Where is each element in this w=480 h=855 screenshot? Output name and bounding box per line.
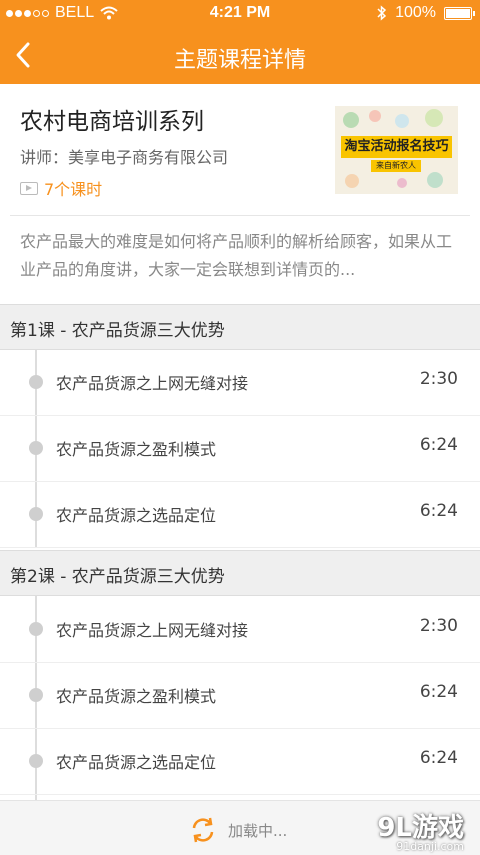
lesson-row[interactable]: 农产品货源之上网无缝对接 2:30 <box>0 596 480 663</box>
lesson-name: 农产品货源之盈利模式 <box>56 687 217 706</box>
thumbnail-title: 淘宝活动报名技巧 <box>341 136 452 158</box>
lesson-row[interactable]: 农产品货源之上网无缝对接 2:30 <box>0 349 480 416</box>
course-title: 农村电商培训系列 <box>20 109 204 135</box>
battery-icon <box>444 6 475 20</box>
section-header: 第1课 - 农产品货源三大优势 <box>0 304 480 350</box>
timeline-dot <box>29 375 43 389</box>
lesson-name: 农产品货源之上网无缝对接 <box>56 621 249 640</box>
lesson-row[interactable]: 农产品货源之盈利模式 6:24 <box>0 662 480 729</box>
lesson-duration: 2:30 <box>419 616 458 636</box>
timeline-dot <box>29 622 43 636</box>
course-thumbnail[interactable]: 淘宝活动报名技巧 来自新农人 <box>335 106 458 194</box>
footer: 加载中... 9L游戏 91danji.com <box>0 800 480 855</box>
course-info: 农村电商培训系列 讲师：美享电子商务有限公司 7个课时 淘宝活动报名技巧 来自新… <box>0 84 480 216</box>
bluetooth-icon <box>377 5 387 21</box>
lesson-duration: 6:24 <box>419 682 458 702</box>
lesson-row[interactable]: 农产品货源之选品定位 6:24 <box>0 728 480 795</box>
lesson-duration: 6:24 <box>419 435 458 455</box>
section-title: 第1课 - 农产品货源三大优势 <box>10 321 225 341</box>
watermark-logo: 9L游戏 <box>377 813 464 843</box>
timeline-dot <box>29 688 43 702</box>
divider <box>10 215 470 216</box>
status-bar: BELL 4:21 PM 100% <box>0 0 480 28</box>
lesson-count-label: 7个课时 <box>44 180 103 199</box>
watermark: 9L游戏 91danji.com <box>377 807 464 853</box>
lesson-count: 7个课时 <box>20 176 102 200</box>
loading-label: 加载中... <box>228 821 288 840</box>
page-title: 主题课程详情 <box>173 48 306 73</box>
lesson-row[interactable]: 农产品货源之盈利模式 6:24 <box>0 415 480 482</box>
lesson-name: 农产品货源之选品定位 <box>56 506 217 525</box>
lesson-duration: 6:24 <box>419 501 458 521</box>
battery-label: 100% <box>395 4 436 21</box>
lesson-duration: 2:30 <box>419 369 458 389</box>
navigation-bar: 主题课程详情 <box>0 28 480 84</box>
lesson-row[interactable]: 农产品货源之选品定位 6:24 <box>0 481 480 548</box>
instructor-label: 讲师：美享电子商务有限公司 <box>20 148 229 167</box>
app-header: BELL 4:21 PM 100% 主题课程详情 <box>0 0 480 84</box>
timeline-dot <box>29 754 43 768</box>
refresh-icon <box>192 817 214 843</box>
timeline-dot <box>29 441 43 455</box>
lesson-duration: 6:24 <box>419 748 458 768</box>
lesson-name: 农产品货源之选品定位 <box>56 753 217 772</box>
video-icon <box>20 181 38 195</box>
loading-indicator: 加载中... <box>188 815 287 845</box>
course-description: 农产品最大的难度是如何将产品顺利的解析给顾客，如果从工业产品的角度讲，大家一定会… <box>20 232 453 279</box>
lesson-name: 农产品货源之上网无缝对接 <box>56 374 249 393</box>
lesson-name: 农产品货源之盈利模式 <box>56 440 217 459</box>
section-header: 第2课 - 农产品货源三大优势 <box>0 550 480 596</box>
thumbnail-subtitle: 来自新农人 <box>371 160 421 172</box>
timeline-dot <box>29 507 43 521</box>
section-title: 第2课 - 农产品货源三大优势 <box>10 567 225 587</box>
